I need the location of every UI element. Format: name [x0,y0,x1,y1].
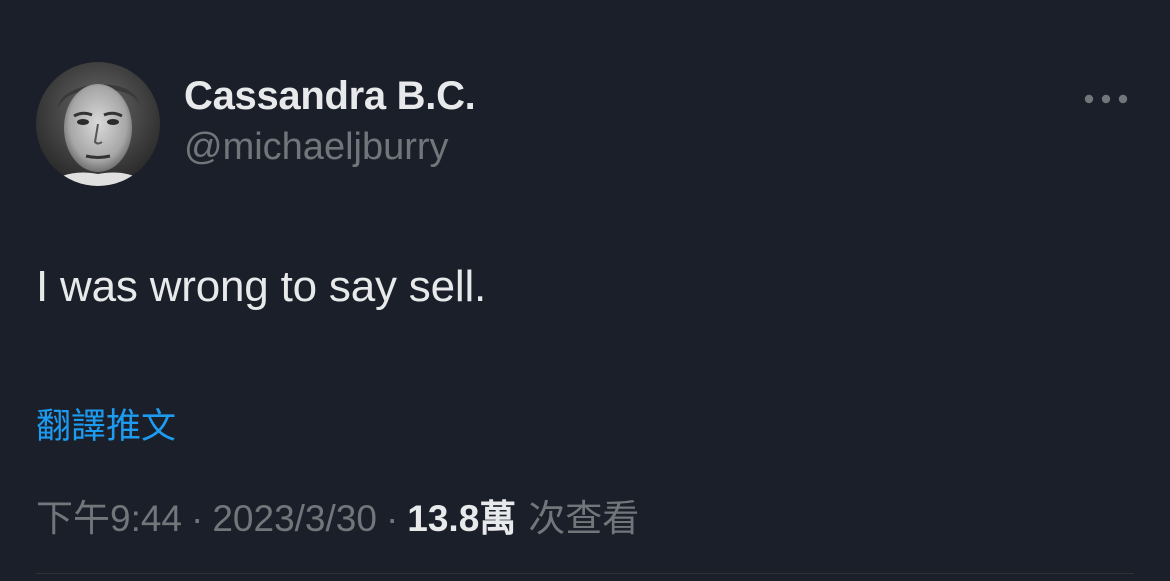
divider [36,573,1134,574]
tweet-date[interactable]: 2023/3/30 [212,498,377,540]
tweet-detail: Cassandra B.C. @michaeljburry I was wron… [0,0,1170,581]
meta-separator: · [385,498,399,539]
portrait-image [36,62,160,186]
translate-tweet-link[interactable]: 翻譯推文 [36,398,176,449]
author-display-name[interactable]: Cassandra B.C. [184,74,476,119]
views-label[interactable]: 次查看 [528,488,639,542]
avatar[interactable] [36,62,160,186]
author-handle[interactable]: @michaeljburry [184,126,449,169]
more-options-button[interactable] [1076,80,1136,118]
tweet-time[interactable]: 下午9:44 [36,488,182,542]
tweet-meta: 下午9:44 · 2023/3/30 · 13.8萬 次查看 [36,488,639,542]
meta-separator: · [191,498,204,539]
tweet-text: I was wrong to say sell. [36,262,487,311]
more-horizontal-icon [1084,94,1128,104]
views-count[interactable]: 13.8萬 [407,488,516,542]
